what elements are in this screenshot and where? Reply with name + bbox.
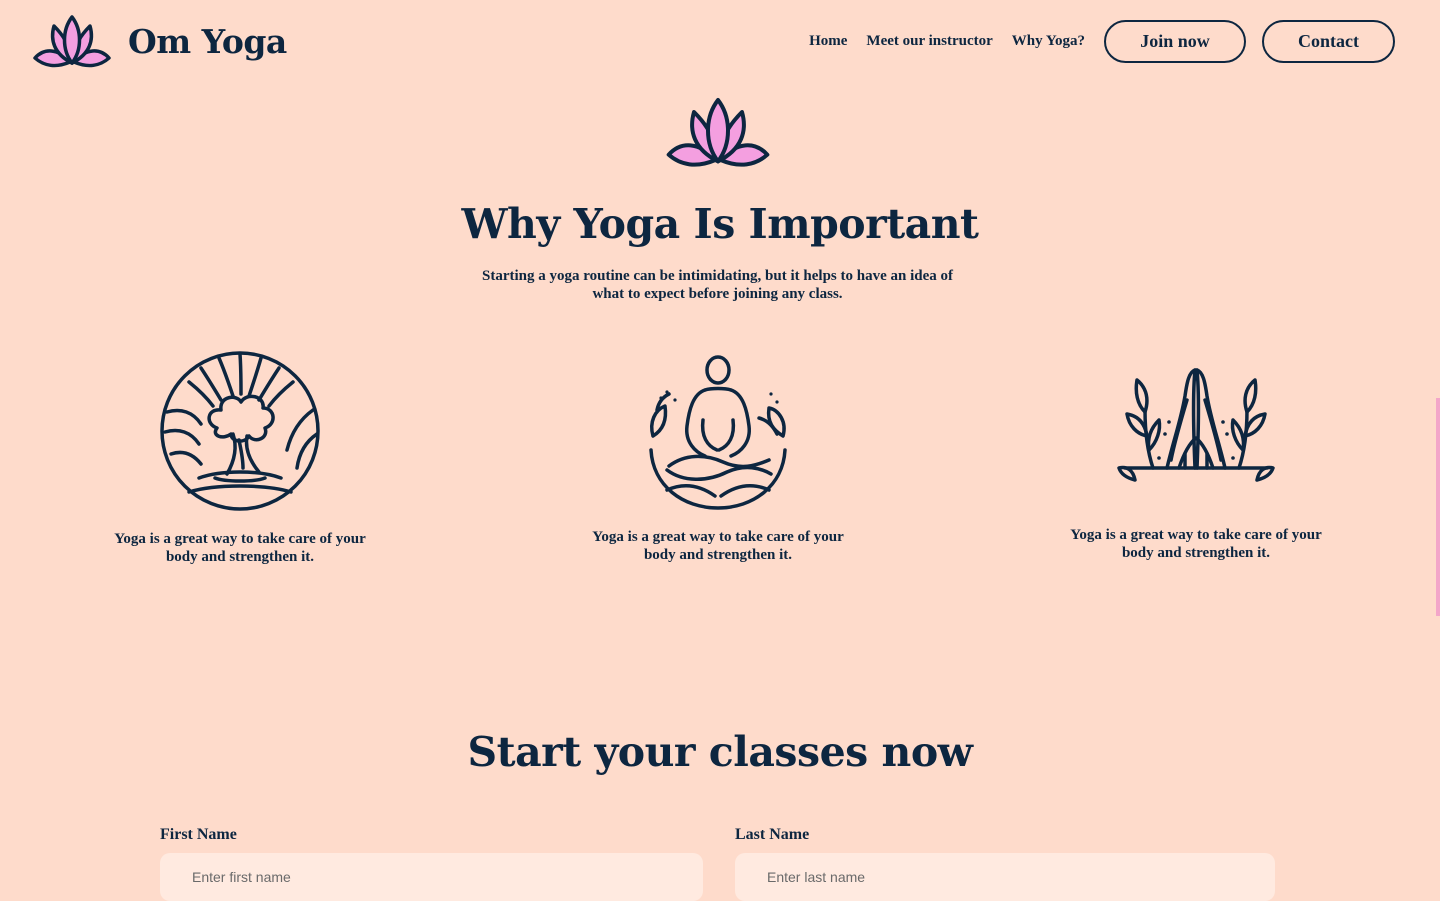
- last-name-input[interactable]: [735, 853, 1275, 901]
- start-classes-title: Start your classes now: [467, 728, 973, 776]
- contact-button[interactable]: Contact: [1262, 20, 1395, 63]
- main-nav: Home Meet our instructor Why Yoga? Join …: [809, 20, 1395, 63]
- feature-card: Yoga is a great way to take care of your…: [568, 350, 868, 564]
- feature-text: Yoga is a great way to take care of your…: [114, 531, 366, 565]
- feature-text: Yoga is a great way to take care of your…: [1070, 527, 1322, 561]
- nav-link-why-yoga[interactable]: Why Yoga?: [1012, 33, 1085, 50]
- first-name-label: First Name: [160, 826, 237, 843]
- last-name-group: Last Name: [735, 826, 1275, 901]
- feature-text: Yoga is a great way to take care of your…: [592, 529, 844, 563]
- site-header: Om Yoga Home Meet our instructor Why Yog…: [0, 0, 1440, 84]
- praying-hands-icon: [1046, 350, 1346, 510]
- first-name-group: First Name: [160, 826, 703, 901]
- feature-card: Yoga is a great way to take care of your…: [90, 350, 390, 566]
- feature-card: Yoga is a great way to take care of your…: [1046, 350, 1346, 562]
- tree-circle-icon: [90, 350, 390, 512]
- lotus-icon: [32, 14, 112, 68]
- nav-link-meet-instructor[interactable]: Meet our instructor: [866, 33, 992, 50]
- scrollbar-thumb[interactable]: [1436, 398, 1440, 616]
- nav-link-home[interactable]: Home: [809, 33, 847, 50]
- last-name-label: Last Name: [735, 826, 810, 843]
- first-name-input[interactable]: [160, 853, 703, 901]
- brand-name: Om Yoga: [128, 21, 287, 61]
- why-yoga-subtitle: Starting a yoga routine can be intimidat…: [481, 268, 953, 302]
- lotus-icon: [663, 96, 773, 172]
- brand-logo-link[interactable]: Om Yoga: [32, 14, 287, 68]
- join-now-button[interactable]: Join now: [1104, 20, 1246, 63]
- meditation-pose-icon: [568, 350, 868, 512]
- why-yoga-title: Why Yoga Is Important: [461, 200, 979, 248]
